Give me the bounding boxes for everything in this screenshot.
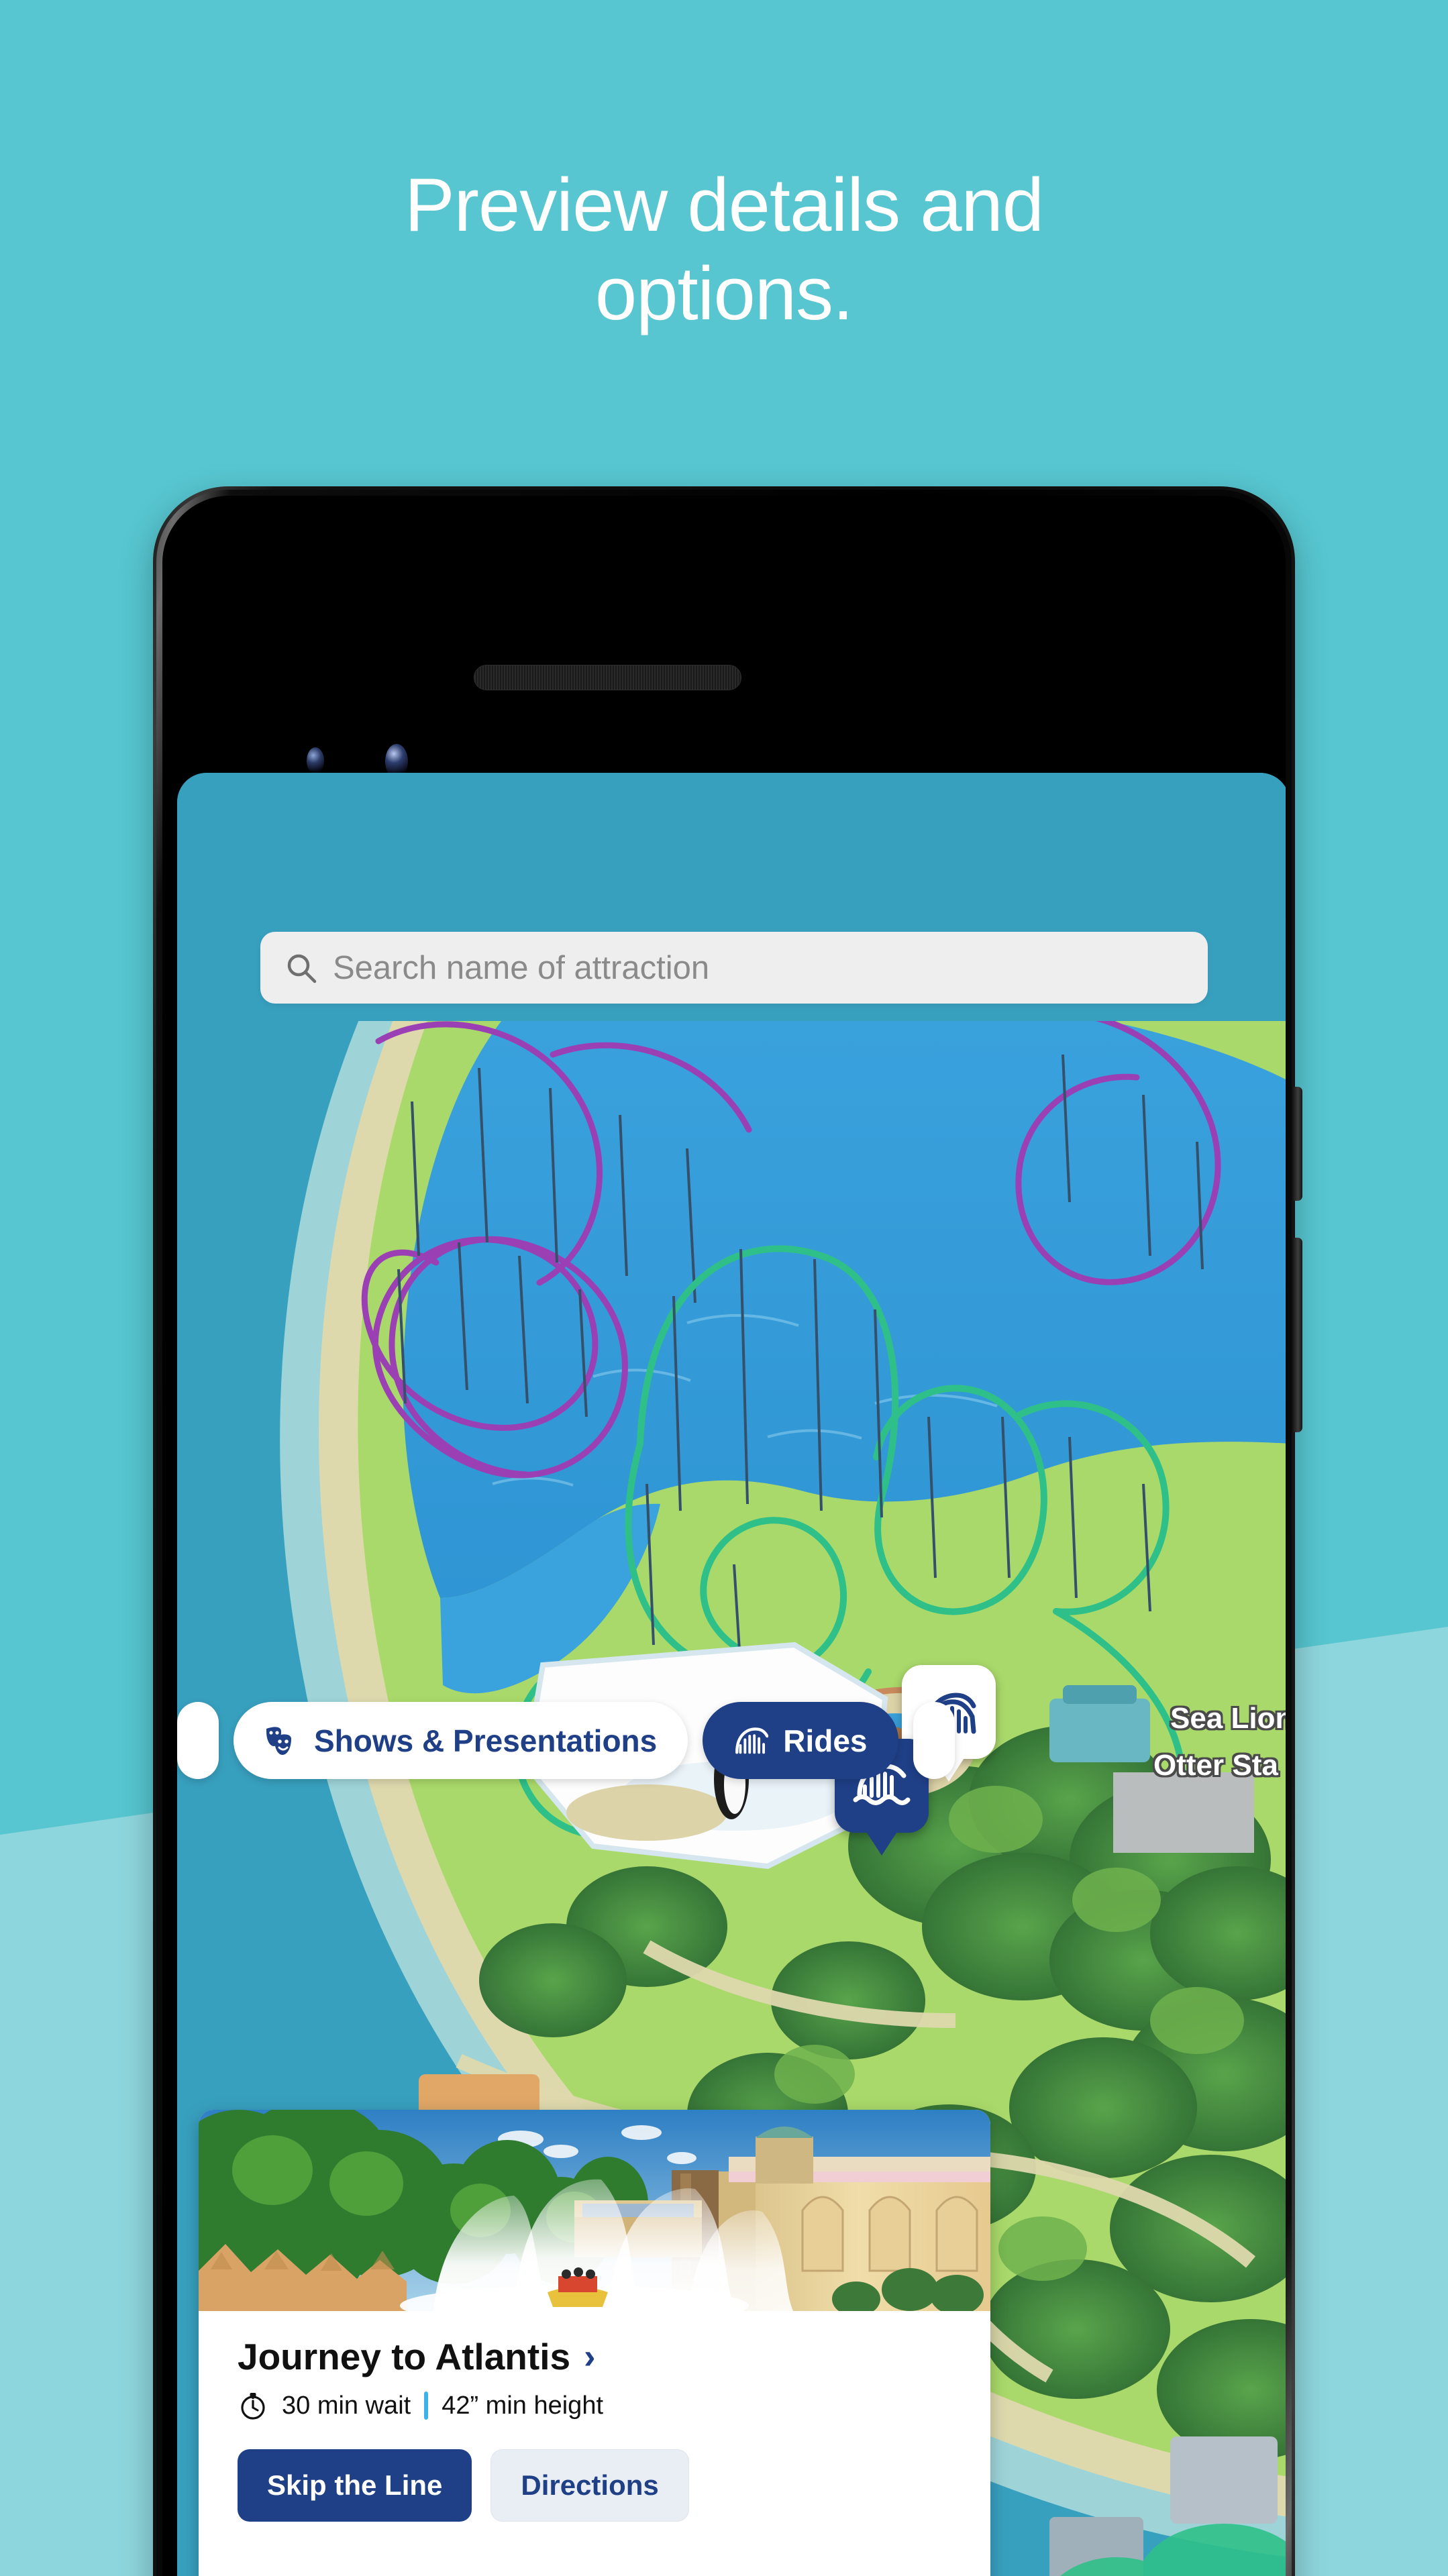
filter-chip-previous[interactable] [177,1702,219,1779]
attraction-photo-illustration [199,2110,990,2311]
theater-masks-icon [266,1726,291,1755]
attraction-title: Journey to Atlantis [238,2336,571,2377]
filter-chip-row[interactable]: Shows & Presentations Rides [177,1702,1286,1779]
search-icon [287,954,317,983]
front-camera-icon [307,747,324,774]
attraction-actions: Skip the Line Directions [238,2449,951,2522]
filter-chip-shows-and-presentations[interactable]: Shows & Presentations [234,1702,688,1779]
search-input[interactable]: Search name of attraction [260,932,1208,1004]
attraction-photo [199,2110,990,2311]
filter-chip-label: Rides [783,1723,868,1758]
headline-line-1: Preview details and [404,163,1044,247]
filter-chip-rides[interactable]: Rides [703,1702,898,1779]
search-placeholder: Search name of attraction [333,949,710,986]
min-height-text: 42” min height [442,2391,604,2420]
wait-time-text: 30 min wait [282,2391,411,2420]
roller-coaster-icon [735,1727,769,1754]
directions-button[interactable]: Directions [490,2449,689,2522]
attraction-meta: 30 min wait 42” min height [238,2390,951,2421]
promo-headline: Preview details and options. [0,161,1448,338]
stopwatch-icon [241,2393,265,2420]
app-screen: Sea Lion Otter Sta ap [177,773,1286,2576]
headline-line-2: options. [594,252,854,336]
filter-chip-next[interactable] [913,1702,955,1779]
meta-divider [424,2392,429,2420]
map-pin-tail [864,1829,899,1856]
chevron-right-icon[interactable]: › [584,2337,595,2377]
phone-mockup: Sea Lion Otter Sta ap [153,486,1302,2576]
attraction-detail-card[interactable]: Journey to Atlantis › 30 min wait 42” mi… [199,2110,990,2576]
phone-glass: Sea Lion Otter Sta ap [162,496,1286,2576]
skip-the-line-button[interactable]: Skip the Line [238,2449,472,2522]
phone-power-button[interactable] [1292,1087,1302,1201]
filter-chip-label: Shows & Presentations [314,1723,658,1758]
attraction-card-body: Journey to Atlantis › 30 min wait 42” mi… [199,2311,990,2522]
phone-volume-button[interactable] [1292,1238,1302,1432]
attraction-title-row[interactable]: Journey to Atlantis › [238,2335,951,2378]
earpiece-speaker-icon [474,665,741,690]
